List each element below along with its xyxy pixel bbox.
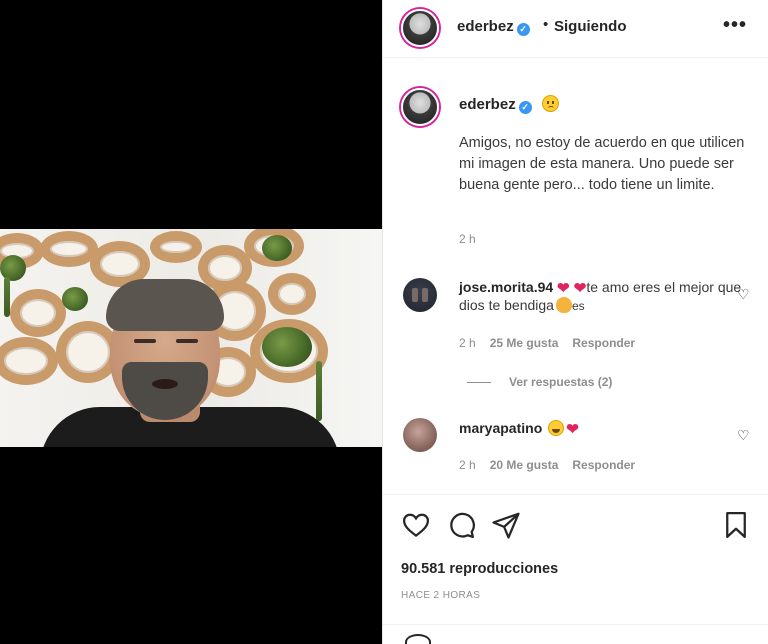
view-replies-button[interactable]: Ver respuestas (2) [509, 375, 612, 389]
comment-input-divider [383, 624, 768, 625]
comment-like-count[interactable]: 20 Me gusta [490, 458, 559, 472]
comment-row: jose.morita.94 ❤ ❤te amo eres el mejor q… [459, 279, 768, 313]
person-eye [134, 339, 156, 343]
share-paper-plane-icon[interactable] [491, 510, 521, 540]
caption-username[interactable]: ederbez [459, 96, 516, 113]
sad-face-emoji-icon [541, 95, 559, 112]
person-mouth [152, 379, 178, 389]
ellipsis-icon[interactable]: ••• [723, 14, 747, 37]
heart-emoji-icon: ❤ ❤ [557, 280, 587, 297]
comment-row: maryapatino ❤ [459, 420, 579, 438]
instagram-post-modal: ederbez ✓ • Siguiendo ••• ederbez ✓ Amigos… [0, 0, 768, 644]
heart-emoji-icon: ❤ [566, 421, 579, 438]
save-bookmark-icon[interactable] [721, 510, 751, 540]
wall-ring-decoration [150, 231, 202, 263]
laughing-emoji-icon [548, 420, 565, 436]
view-replies-line [467, 382, 491, 383]
caption-username-row: ederbez ✓ [459, 95, 559, 114]
comment-username[interactable]: jose.morita.94 [459, 279, 553, 295]
video-person [30, 267, 382, 447]
like-heart-icon[interactable] [401, 510, 431, 540]
comment-meta: 2 h 25 Me gusta Responder [459, 336, 635, 350]
comment-reply-button[interactable]: Responder [572, 458, 635, 472]
clap-emoji-icon [555, 297, 572, 313]
comment-like-heart-icon[interactable]: ♡ [737, 287, 751, 301]
caption-timestamp[interactable]: 2 h [459, 232, 476, 246]
following-button[interactable]: Siguiendo [554, 18, 627, 35]
emoji-picker-icon[interactable] [405, 634, 431, 644]
post-panel: ederbez ✓ • Siguiendo ••• ederbez ✓ Amigos… [382, 0, 768, 644]
caption-text: Amigos, no estoy de acuerdo en que utili… [459, 135, 745, 193]
commenter-avatar[interactable] [403, 418, 437, 452]
video-player[interactable] [0, 0, 382, 644]
author-avatar[interactable] [401, 9, 439, 47]
verified-badge-icon: ✓ [516, 23, 530, 36]
video-frame[interactable] [0, 229, 382, 447]
verified-badge-icon: ✓ [518, 101, 532, 114]
comment-meta: 2 h 20 Me gusta Responder [459, 458, 635, 472]
comment-text-suffix: es [571, 299, 585, 313]
author-username[interactable]: ederbez [457, 18, 514, 35]
plant-vine-decoration [4, 277, 10, 317]
comment-timestamp[interactable]: 2 h [459, 336, 476, 350]
comment-bubble-icon[interactable] [446, 510, 476, 540]
post-header: ederbez ✓ • Siguiendo ••• [383, 0, 768, 58]
plant-decoration [262, 235, 292, 261]
view-count[interactable]: 90.581 reproducciones [401, 561, 558, 577]
comment-timestamp[interactable]: 2 h [459, 458, 476, 472]
comment-username[interactable]: maryapatino [459, 420, 542, 436]
comment-reply-button[interactable]: Responder [572, 336, 635, 350]
author-username-link[interactable]: ederbez ✓ [457, 18, 530, 36]
commenter-avatar[interactable] [403, 278, 437, 312]
post-timestamp[interactable]: HACE 2 HORAS [401, 590, 480, 601]
comment-like-heart-icon[interactable]: ♡ [737, 428, 751, 442]
caption-author-avatar[interactable] [401, 88, 439, 126]
separator-dot: • [543, 16, 549, 33]
comment-like-count[interactable]: 25 Me gusta [490, 336, 559, 350]
actions-divider [383, 494, 768, 495]
person-hair [106, 279, 224, 331]
person-eye [176, 339, 198, 343]
